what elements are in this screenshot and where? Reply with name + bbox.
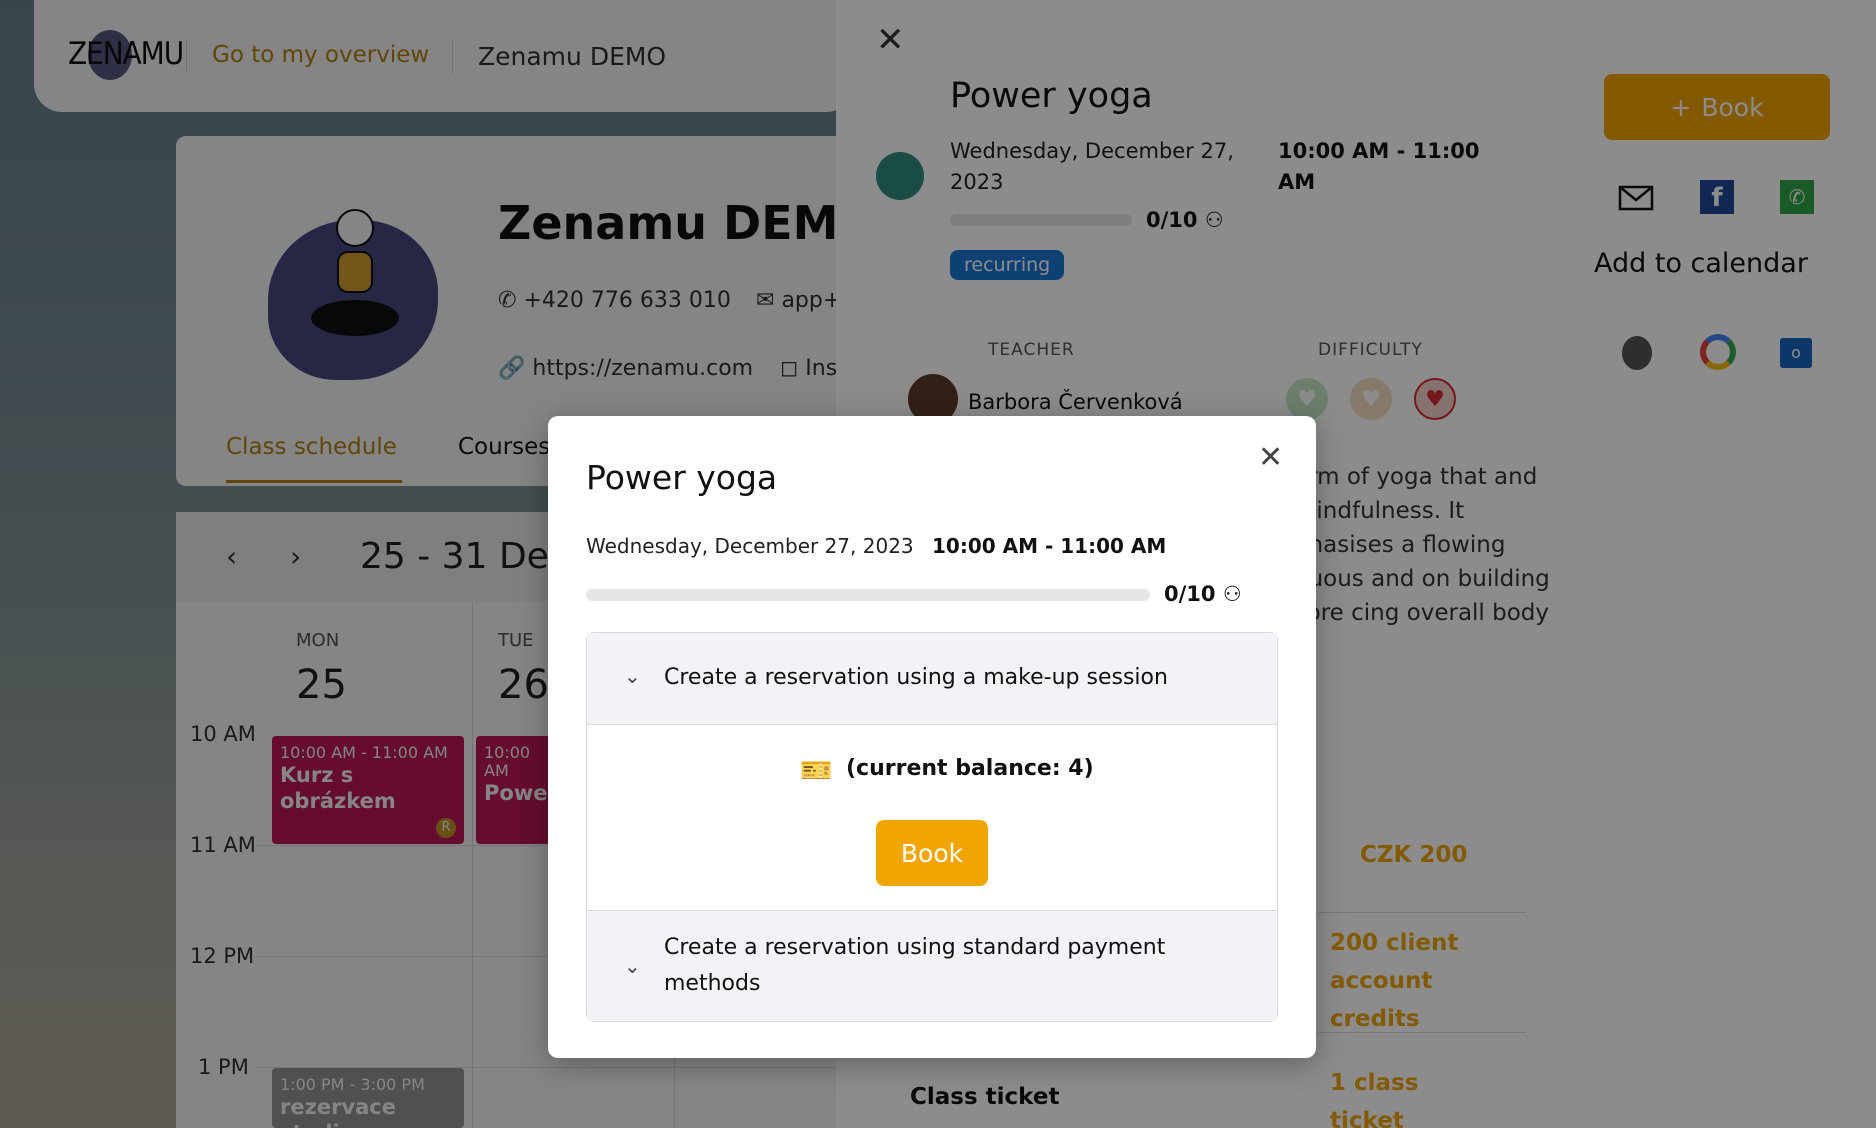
modal-time: 10:00 AM - 11:00 AM: [932, 534, 1167, 558]
chevron-down-icon[interactable]: ⌄: [624, 664, 641, 688]
option-standard-label[interactable]: Create a reservation using standard paym…: [664, 930, 1204, 1002]
capacity-text: 0/10: [1164, 582, 1216, 606]
ticket-icon: 🎫: [800, 756, 833, 786]
modal-date: Wednesday, December 27, 2023: [586, 534, 914, 558]
person-icon: ⚇: [1222, 582, 1242, 606]
option-makeup-label[interactable]: Create a reservation using a make-up ses…: [664, 665, 1168, 690]
modal-title: Power yoga: [586, 458, 778, 497]
capacity-bar: [586, 589, 1150, 601]
close-icon[interactable]: ✕: [1258, 440, 1283, 475]
modal-capacity: 0/10 ⚇: [1164, 582, 1242, 606]
chevron-down-icon[interactable]: ⌄: [624, 954, 641, 978]
makeup-balance: (current balance: 4): [846, 756, 1094, 781]
modal-book-button[interactable]: Book: [876, 820, 988, 886]
